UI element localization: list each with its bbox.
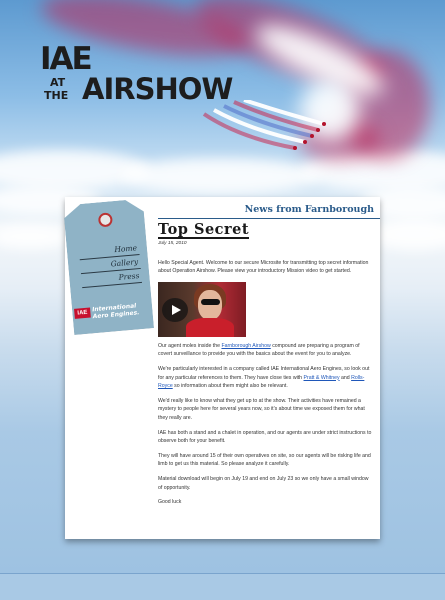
- article-paragraph-2: We're particularly interested in a compa…: [158, 365, 374, 391]
- link-pratt-whitney[interactable]: Pratt & Whitney: [304, 375, 340, 381]
- article-paragraph-3: We'd really like to know what they get u…: [158, 397, 365, 421]
- jet-1: [293, 146, 297, 150]
- luggage-tag-nav: Home Gallery Press IAE International Aer…: [57, 198, 158, 340]
- article-intro: Hello Special Agent. Welcome to our secu…: [158, 259, 369, 275]
- video-still-shirt: [186, 317, 234, 337]
- link-farnborough-airshow[interactable]: Farnborough Airshow: [221, 343, 270, 349]
- jet-5: [322, 122, 326, 126]
- logo-at: AT: [50, 76, 66, 89]
- article-paragraph-4: IAE has both a stand and a chalet in ope…: [158, 429, 372, 445]
- article-date: July 15, 2010: [158, 241, 187, 246]
- article-paragraph-6: Material download will begin on July 19 …: [158, 475, 369, 491]
- jets-smoke-trails: [202, 100, 326, 150]
- section-title: News from Farnborough: [158, 201, 380, 219]
- jet-4: [316, 128, 320, 132]
- logo-iae: IAE: [40, 41, 93, 77]
- iae-logo-box: IAE: [74, 307, 91, 319]
- main-nav: Home Gallery Press: [78, 241, 143, 289]
- p2-text-mid: and: [339, 374, 352, 381]
- article-title: Top Secret: [158, 221, 250, 239]
- jet-2: [303, 140, 307, 144]
- video-still-face: [198, 289, 222, 320]
- article-paragraph-1: Our agent moles inside the Farnborough A…: [158, 342, 374, 359]
- play-icon[interactable]: [162, 297, 188, 322]
- footer-band: [0, 573, 445, 600]
- article-paragraph-5: They will have around 15 of their own op…: [158, 452, 371, 468]
- article-body: Top Secret July 15, 2010 Hello Special A…: [158, 221, 374, 535]
- mission-video-player[interactable]: [158, 281, 246, 337]
- p2-text-end: so information about them might also be …: [172, 383, 288, 390]
- article-signoff: Good luck: [158, 499, 182, 506]
- video-still-sunglasses: [201, 298, 220, 305]
- p1-text-start: Our agent moles inside the: [158, 342, 222, 349]
- logo-the: THE: [44, 89, 69, 102]
- airshow-logo: IAE AT THE AIRSHOW: [40, 44, 255, 106]
- jet-3: [310, 134, 314, 138]
